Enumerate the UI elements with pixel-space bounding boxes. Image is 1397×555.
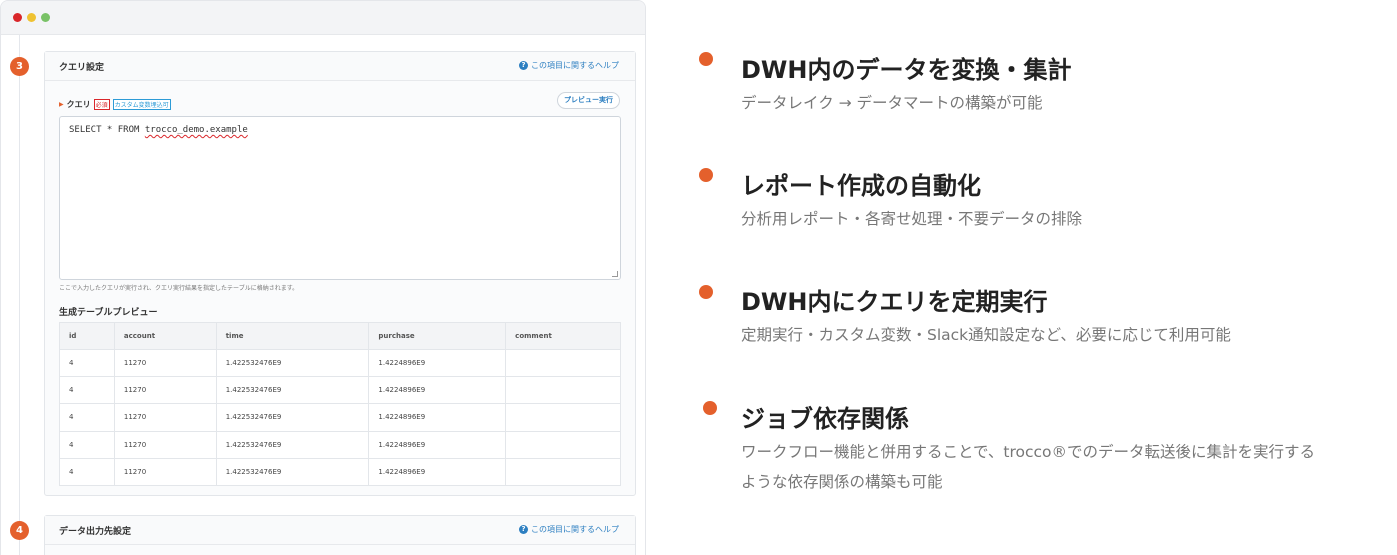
table-row: 4 11270 1.422532476E9 1.4224896E9	[59, 348, 621, 378]
table-cell	[505, 348, 621, 378]
column-header: time	[215, 322, 370, 350]
table-cell: 11270	[113, 348, 217, 378]
help-icon: ?	[519, 61, 528, 70]
window-titlebar	[1, 1, 645, 35]
column-header: id	[59, 322, 115, 350]
table-cell: 1.4224896E9	[368, 430, 507, 459]
table-cell: 1.422532476E9	[215, 348, 370, 378]
table-cell: 1.422532476E9	[215, 430, 370, 459]
table-row: 4 11270 1.422532476E9 1.4224896E9	[59, 430, 621, 459]
feature-desc: 定期実行・カスタム変数・Slack通知設定など、必要に応じて利用可能	[741, 326, 1231, 344]
feature-desc: ワークフロー機能と併用することで、trocco®でのデータ転送後に集計を実行する	[741, 443, 1316, 461]
table-cell: 4	[59, 376, 115, 405]
table-cell: 1.422532476E9	[215, 403, 370, 432]
preview-run-button[interactable]: プレビュー実行	[557, 92, 620, 109]
feature-title: DWH内にクエリを定期実行	[741, 288, 1048, 316]
window-content: 3 クエリ設定 ? この項目に関するヘルプ ▶ クエリ 必須 カスタム変数埋込可…	[1, 35, 645, 555]
help-link[interactable]: ? この項目に関するヘルプ	[519, 60, 619, 71]
table-cell: 1.422532476E9	[215, 457, 370, 486]
bullet-icon	[699, 285, 713, 299]
column-header: account	[113, 322, 217, 350]
card-title: クエリ設定	[59, 63, 105, 73]
feature-list: DWH内のデータを変換・集計 データレイク → データマートの構築が可能 レポー…	[690, 0, 1397, 555]
table-row: 4 11270 1.422532476E9 1.4224896E9	[59, 457, 621, 486]
column-header: purchase	[368, 322, 507, 350]
close-window-dot[interactable]	[13, 13, 22, 22]
query-hint: ここで入力したクエリが実行され、クエリ実行結果を指定したテーブルに格納されます。	[59, 285, 299, 292]
query-label-text: クエリ	[66, 100, 91, 109]
feature-title: DWH内のデータを変換・集計	[741, 56, 1072, 84]
minimize-window-dot[interactable]	[27, 13, 36, 22]
feature-title: ジョブ依存関係	[741, 405, 909, 433]
screenshot-window: 3 クエリ設定 ? この項目に関するヘルプ ▶ クエリ 必須 カスタム変数埋込可…	[0, 0, 646, 555]
table-cell: 4	[59, 403, 115, 432]
maximize-window-dot[interactable]	[41, 13, 50, 22]
preview-table: id account time purchase comment 4 11270 1.422…	[59, 322, 621, 486]
query-field-label: ▶ クエリ 必須 カスタム変数埋込可	[59, 99, 171, 110]
resize-handle-icon[interactable]	[612, 271, 618, 277]
table-cell: 1.4224896E9	[368, 457, 507, 486]
table-cell	[505, 457, 621, 486]
card-header: データ出力先設定 ? この項目に関するヘルプ	[45, 516, 635, 545]
table-cell: 1.4224896E9	[368, 376, 507, 405]
help-icon: ?	[519, 525, 528, 534]
query-input[interactable]: SELECT * FROM trocco_demo.example	[59, 116, 621, 280]
help-link-label: この項目に関するヘルプ	[531, 61, 619, 70]
table-cell	[505, 376, 621, 405]
table-preview-title: 生成テーブルプレビュー	[59, 308, 158, 318]
table-cell	[505, 430, 621, 459]
feature-desc: データレイク → データマートの構築が可能	[741, 94, 1043, 112]
table-cell: 4	[59, 430, 115, 459]
feature-title: レポート作成の自動化	[741, 172, 981, 200]
required-badge: 必須	[93, 99, 110, 110]
card-header: クエリ設定 ? この項目に関するヘルプ	[45, 52, 635, 81]
help-link[interactable]: ? この項目に関するヘルプ	[519, 524, 619, 535]
table-cell: 11270	[113, 430, 217, 459]
bullet-icon	[703, 401, 717, 415]
table-cell: 11270	[113, 376, 217, 405]
table-cell	[505, 403, 621, 432]
feature-desc: 分析用レポート・各寄せ処理・不要データの排除	[741, 210, 1083, 228]
table-cell: 1.422532476E9	[215, 376, 370, 405]
query-text-table: trocco_demo.example	[144, 125, 248, 135]
table-cell: 1.4224896E9	[368, 348, 507, 378]
step-timeline	[19, 35, 20, 555]
feature-desc: ような依存関係の構築も可能	[741, 473, 943, 491]
step-number-4: 4	[10, 521, 29, 540]
table-cell: 1.4224896E9	[368, 403, 507, 432]
bullet-icon	[699, 52, 713, 66]
table-cell: 4	[59, 348, 115, 378]
table-row: 4 11270 1.422532476E9 1.4224896E9	[59, 403, 621, 432]
column-header: comment	[505, 322, 621, 350]
step-number-3: 3	[10, 57, 29, 76]
custom-variable-badge: カスタム変数埋込可	[112, 99, 171, 110]
table-cell: 11270	[113, 403, 217, 432]
caret-right-icon: ▶	[59, 101, 64, 108]
query-text-prefix: SELECT * FROM	[69, 125, 145, 135]
help-link-label: この項目に関するヘルプ	[531, 525, 619, 534]
table-cell: 4	[59, 457, 115, 486]
card-title: データ出力先設定	[59, 527, 132, 537]
output-settings-card: データ出力先設定 ? この項目に関するヘルプ	[44, 515, 636, 555]
query-settings-card: クエリ設定 ? この項目に関するヘルプ ▶ クエリ 必須 カスタム変数埋込可 プ…	[44, 51, 636, 496]
table-row: 4 11270 1.422532476E9 1.4224896E9	[59, 376, 621, 405]
bullet-icon	[699, 168, 713, 182]
table-header-row: id account time purchase comment	[59, 322, 621, 350]
table-cell: 11270	[113, 457, 217, 486]
